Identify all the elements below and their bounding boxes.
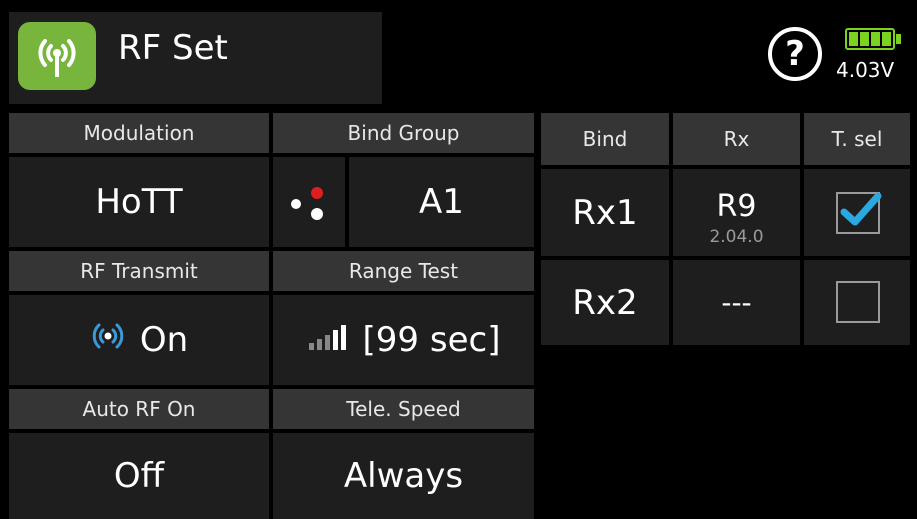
rx1-tsel-checkbox[interactable] bbox=[836, 192, 882, 234]
battery-tip bbox=[896, 34, 901, 44]
checkmark-icon bbox=[840, 192, 882, 226]
modulation-value[interactable]: HoTT bbox=[9, 157, 269, 247]
rx2-tsel-checkbox[interactable] bbox=[836, 281, 880, 323]
antenna-signal-icon[interactable] bbox=[18, 22, 96, 90]
modulation-header: Modulation bbox=[9, 113, 269, 153]
bind-group-value[interactable]: A1 bbox=[349, 157, 534, 247]
rx2-receiver-cell[interactable]: --- bbox=[673, 260, 800, 345]
battery-voltage: 4.03V bbox=[836, 58, 895, 82]
rx2-bind-cell[interactable]: Rx2 bbox=[541, 260, 669, 345]
range-test-value: [99 sec] bbox=[362, 320, 501, 360]
rx1-receiver-cell[interactable]: R9 2.04.0 bbox=[673, 169, 800, 256]
rf-transmit-value: On bbox=[139, 320, 189, 360]
help-button[interactable]: ? bbox=[768, 27, 822, 81]
tsel-column-header: T. sel bbox=[804, 113, 910, 165]
rx1-firmware-version: 2.04.0 bbox=[709, 227, 764, 247]
signal-bars-icon bbox=[307, 320, 349, 360]
page-title: RF Set bbox=[118, 28, 228, 68]
rx-column-header: Rx bbox=[673, 113, 800, 165]
bind-column-header: Bind bbox=[541, 113, 669, 165]
rf-transmit-button[interactable]: On bbox=[9, 295, 269, 385]
auto-rf-on-value[interactable]: Off bbox=[9, 433, 269, 519]
tele-speed-value[interactable]: Always bbox=[273, 433, 534, 519]
auto-rf-on-header: Auto RF On bbox=[9, 389, 269, 429]
battery-full-icon bbox=[845, 28, 895, 50]
bind-dots-icon[interactable] bbox=[273, 157, 345, 247]
broadcast-icon bbox=[90, 320, 126, 361]
rf-transmit-header: RF Transmit bbox=[9, 251, 269, 291]
rx1-bind-cell[interactable]: Rx1 bbox=[541, 169, 669, 256]
range-test-header: Range Test bbox=[273, 251, 534, 291]
tele-speed-header: Tele. Speed bbox=[273, 389, 534, 429]
bind-group-header: Bind Group bbox=[273, 113, 534, 153]
rx1-receiver-name: R9 bbox=[716, 189, 757, 224]
range-test-button[interactable]: [99 sec] bbox=[273, 295, 534, 385]
